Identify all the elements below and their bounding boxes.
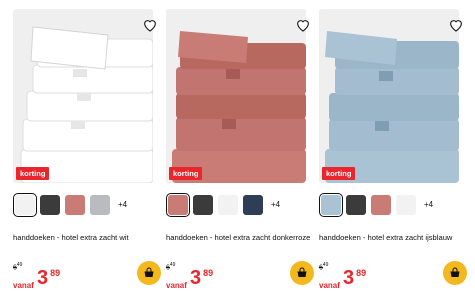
- product-grid: korting +4 handdoeken - hotel extra zach…: [0, 0, 475, 291]
- vanaf-label: vanaf: [13, 281, 34, 290]
- add-to-cart-button[interactable]: [137, 261, 161, 285]
- sale-price: 3 89: [37, 267, 61, 289]
- more-colors[interactable]: +4: [118, 200, 127, 209]
- heart-icon[interactable]: [142, 17, 158, 33]
- swatch-black[interactable]: [346, 195, 366, 215]
- product-title[interactable]: handdoeken - hotel extra zacht wit: [13, 233, 161, 243]
- product-title[interactable]: handdoeken - hotel extra zacht donkerroz…: [166, 233, 314, 243]
- discount-badge: korting: [169, 167, 203, 180]
- product-image[interactable]: [319, 9, 459, 183]
- sale-price: 3 89: [190, 267, 214, 289]
- add-to-cart-button[interactable]: [443, 261, 467, 285]
- discount-badge: korting: [322, 167, 356, 180]
- heart-icon[interactable]: [295, 17, 311, 33]
- old-price: 649: [319, 262, 329, 272]
- product-title[interactable]: handdoeken - hotel extra zacht ijsblauw: [319, 233, 467, 243]
- old-price: 649: [13, 262, 23, 272]
- swatch-pink[interactable]: [371, 195, 391, 215]
- color-swatches: +4: [319, 193, 469, 217]
- basket-icon: [297, 267, 307, 277]
- product-image[interactable]: [166, 9, 306, 183]
- swatch-black[interactable]: [193, 195, 213, 215]
- basket-icon: [450, 267, 460, 277]
- product-card[interactable]: korting +4 handdoeken - hotel extra zach…: [319, 9, 472, 291]
- product-card[interactable]: korting +4 handdoeken - hotel extra zach…: [13, 9, 166, 291]
- color-swatches: +4: [166, 193, 316, 217]
- more-colors[interactable]: +4: [271, 200, 280, 209]
- swatch-navy[interactable]: [243, 195, 263, 215]
- swatch-white[interactable]: [218, 195, 238, 215]
- swatch-pink[interactable]: [166, 193, 190, 217]
- more-colors[interactable]: +4: [424, 200, 433, 209]
- swatch-white[interactable]: [13, 193, 37, 217]
- old-price: 649: [166, 262, 176, 272]
- swatch-black[interactable]: [40, 195, 60, 215]
- swatch-grey[interactable]: [90, 195, 110, 215]
- swatch-white[interactable]: [396, 195, 416, 215]
- basket-icon: [144, 267, 154, 277]
- vanaf-label: vanaf: [319, 281, 340, 290]
- sale-price: 3 89: [343, 267, 367, 289]
- add-to-cart-button[interactable]: [290, 261, 314, 285]
- vanaf-label: vanaf: [166, 281, 187, 290]
- product-image[interactable]: [13, 9, 153, 183]
- swatch-lightblue[interactable]: [319, 193, 343, 217]
- swatch-pink[interactable]: [65, 195, 85, 215]
- product-card[interactable]: korting +4 handdoeken - hotel extra zach…: [166, 9, 319, 291]
- heart-icon[interactable]: [448, 17, 464, 33]
- discount-badge: korting: [16, 167, 50, 180]
- color-swatches: +4: [13, 193, 163, 217]
